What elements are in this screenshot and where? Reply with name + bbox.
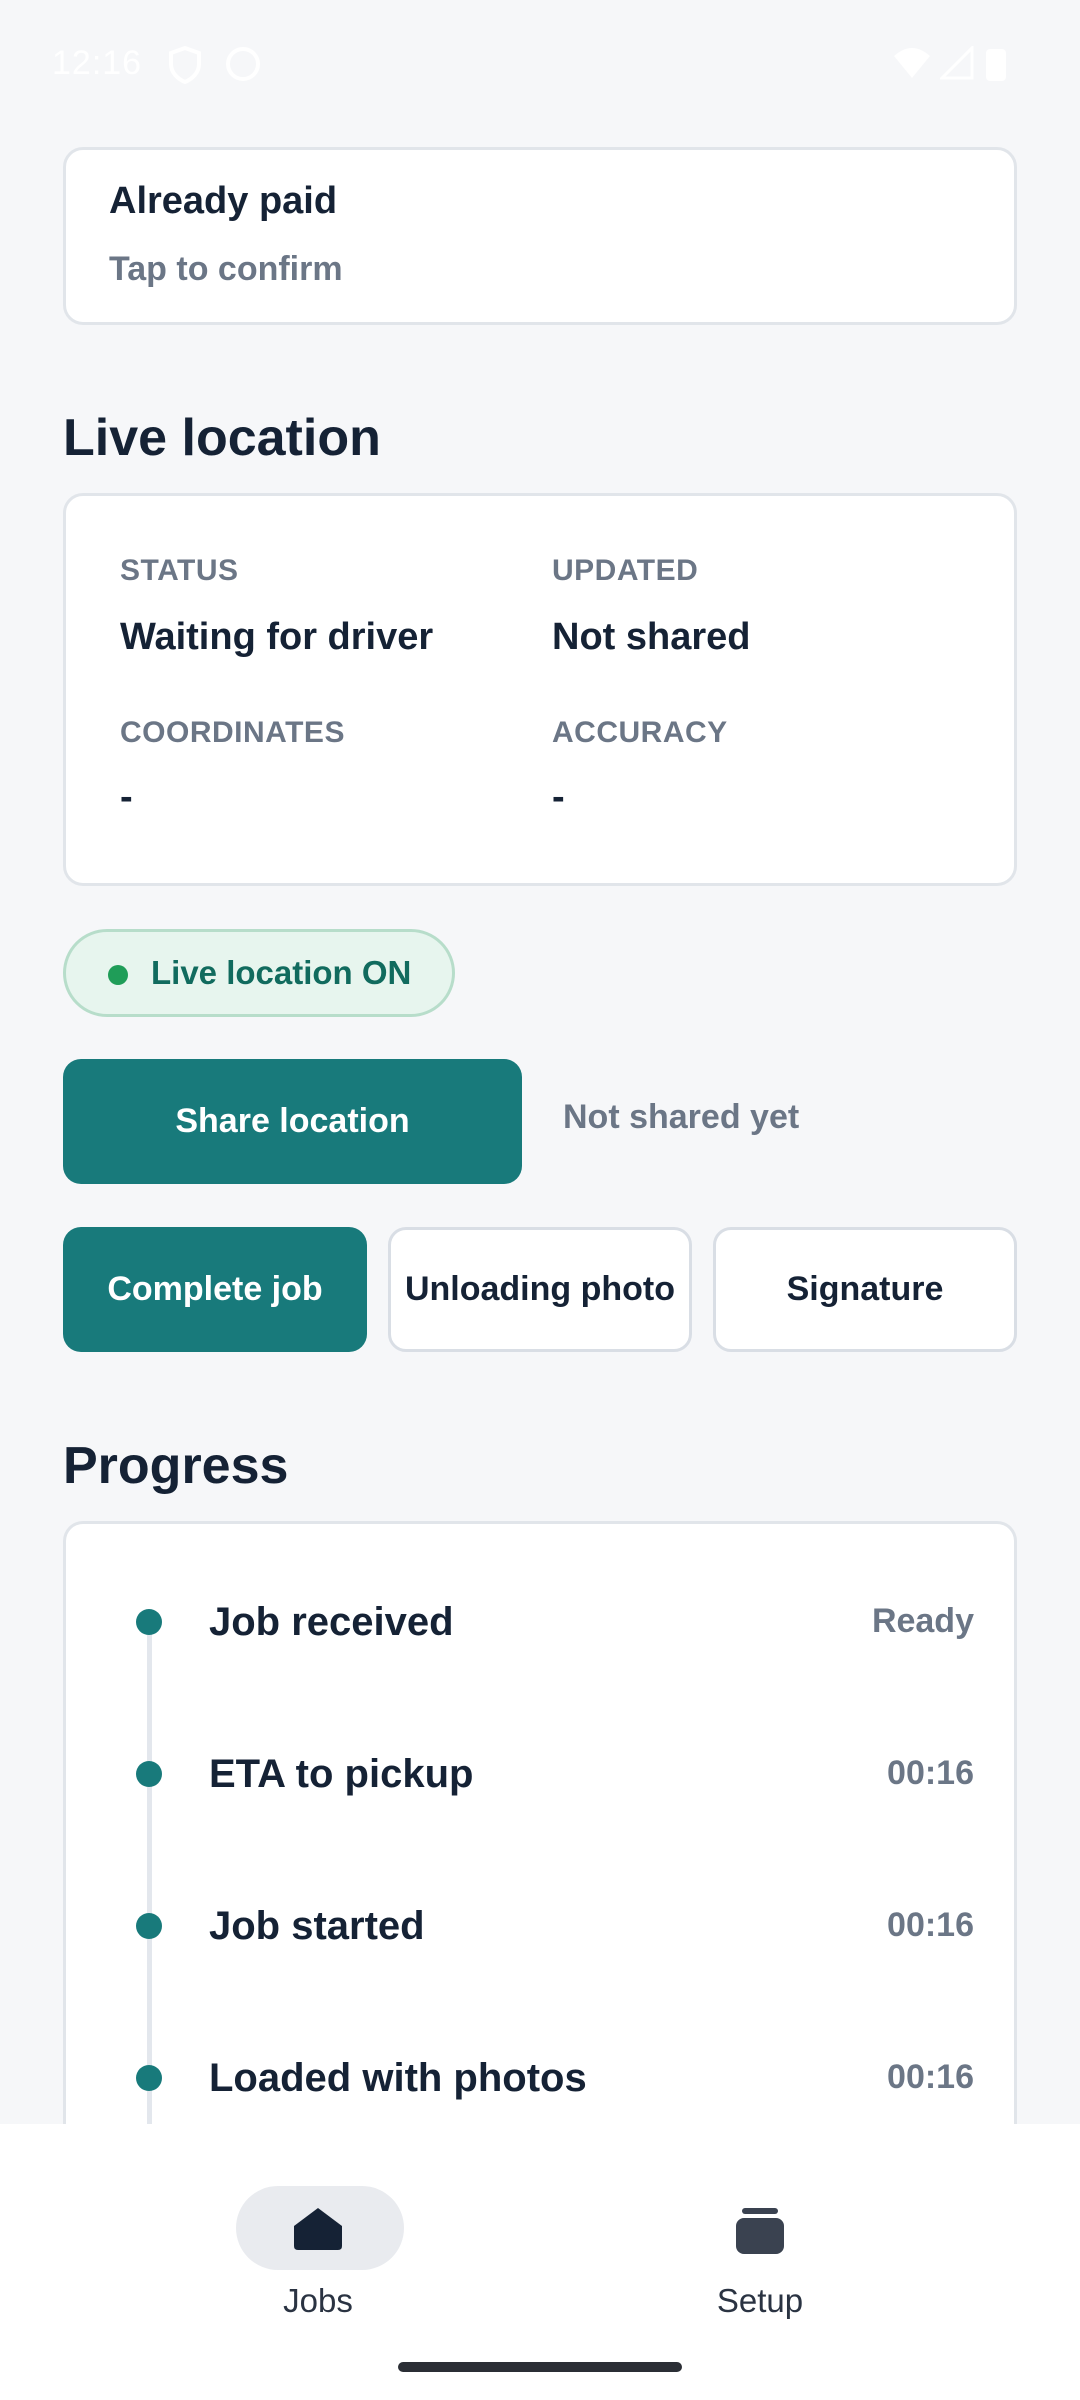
step-meta: 00:16 — [887, 1754, 974, 1792]
nav-item-setup[interactable]: Setup — [610, 2154, 910, 2319]
live-location-badge-label: Live location ON — [151, 954, 412, 991]
accuracy-label: ACCURACY — [552, 716, 728, 749]
already-paid-subtitle: Tap to confirm — [109, 250, 343, 288]
step-label: ETA to pickup — [209, 1752, 474, 1796]
coordinates-value: - — [120, 776, 133, 818]
progress-step: Loaded with photos 00:16 — [66, 2038, 1014, 2118]
home-indicator[interactable] — [398, 2362, 682, 2372]
unloading-photo-button[interactable]: Unloading photo — [388, 1227, 692, 1352]
nav-label-jobs: Jobs — [283, 2282, 353, 2319]
live-status-dot-icon — [108, 965, 128, 985]
already-paid-title: Already paid — [109, 180, 338, 222]
step-label: Job received — [209, 1600, 454, 1644]
signal-icon — [938, 44, 974, 89]
step-meta: 00:16 — [887, 1906, 974, 1944]
already-paid-card[interactable]: Already paid Tap to confirm — [63, 147, 1017, 325]
bottom-navigation: Jobs Setup — [0, 2124, 1080, 2400]
progress-heading: Progress — [63, 1437, 289, 1495]
signature-button[interactable]: Signature — [713, 1227, 1017, 1352]
shield-icon — [168, 45, 202, 93]
setup-icon — [734, 2206, 786, 2261]
step-meta: 00:16 — [887, 2058, 974, 2096]
status-label: STATUS — [120, 554, 239, 587]
step-meta: Ready — [871, 1602, 974, 1640]
live-location-heading: Live location — [63, 409, 381, 467]
step-dot-icon — [136, 2065, 162, 2091]
coordinates-label: COORDINATES — [120, 716, 345, 749]
live-location-status-badge: Live location ON — [63, 929, 455, 1017]
step-dot-icon — [136, 1609, 162, 1635]
share-location-button[interactable]: Share location — [63, 1059, 522, 1184]
complete-job-button[interactable]: Complete job — [63, 1227, 367, 1352]
jobs-icon — [292, 2206, 344, 2257]
status-bar: 12:16 — [0, 0, 1080, 130]
battery-icon — [985, 46, 1007, 91]
progress-step: Job started 00:16 — [66, 1886, 1014, 1966]
progress-step: Job received Ready — [66, 1582, 1014, 1662]
progress-step: ETA to pickup 00:16 — [66, 1734, 1014, 1814]
wifi-icon — [892, 46, 932, 89]
step-label: Loaded with photos — [209, 2056, 587, 2100]
notification-icon — [225, 46, 261, 91]
updated-label: UPDATED — [552, 554, 699, 587]
step-dot-icon — [136, 1761, 162, 1787]
live-location-card: STATUS Waiting for driver UPDATED Not sh… — [63, 493, 1017, 886]
updated-value: Not shared — [552, 616, 751, 658]
accuracy-value: - — [552, 776, 565, 818]
step-dot-icon — [136, 1913, 162, 1939]
share-status-text: Not shared yet — [563, 1098, 800, 1136]
nav-item-jobs[interactable]: Jobs — [168, 2154, 468, 2319]
status-time: 12:16 — [52, 44, 143, 82]
step-label: Job started — [209, 1904, 425, 1948]
nav-label-setup: Setup — [716, 2282, 804, 2319]
status-value: Waiting for driver — [120, 616, 434, 658]
